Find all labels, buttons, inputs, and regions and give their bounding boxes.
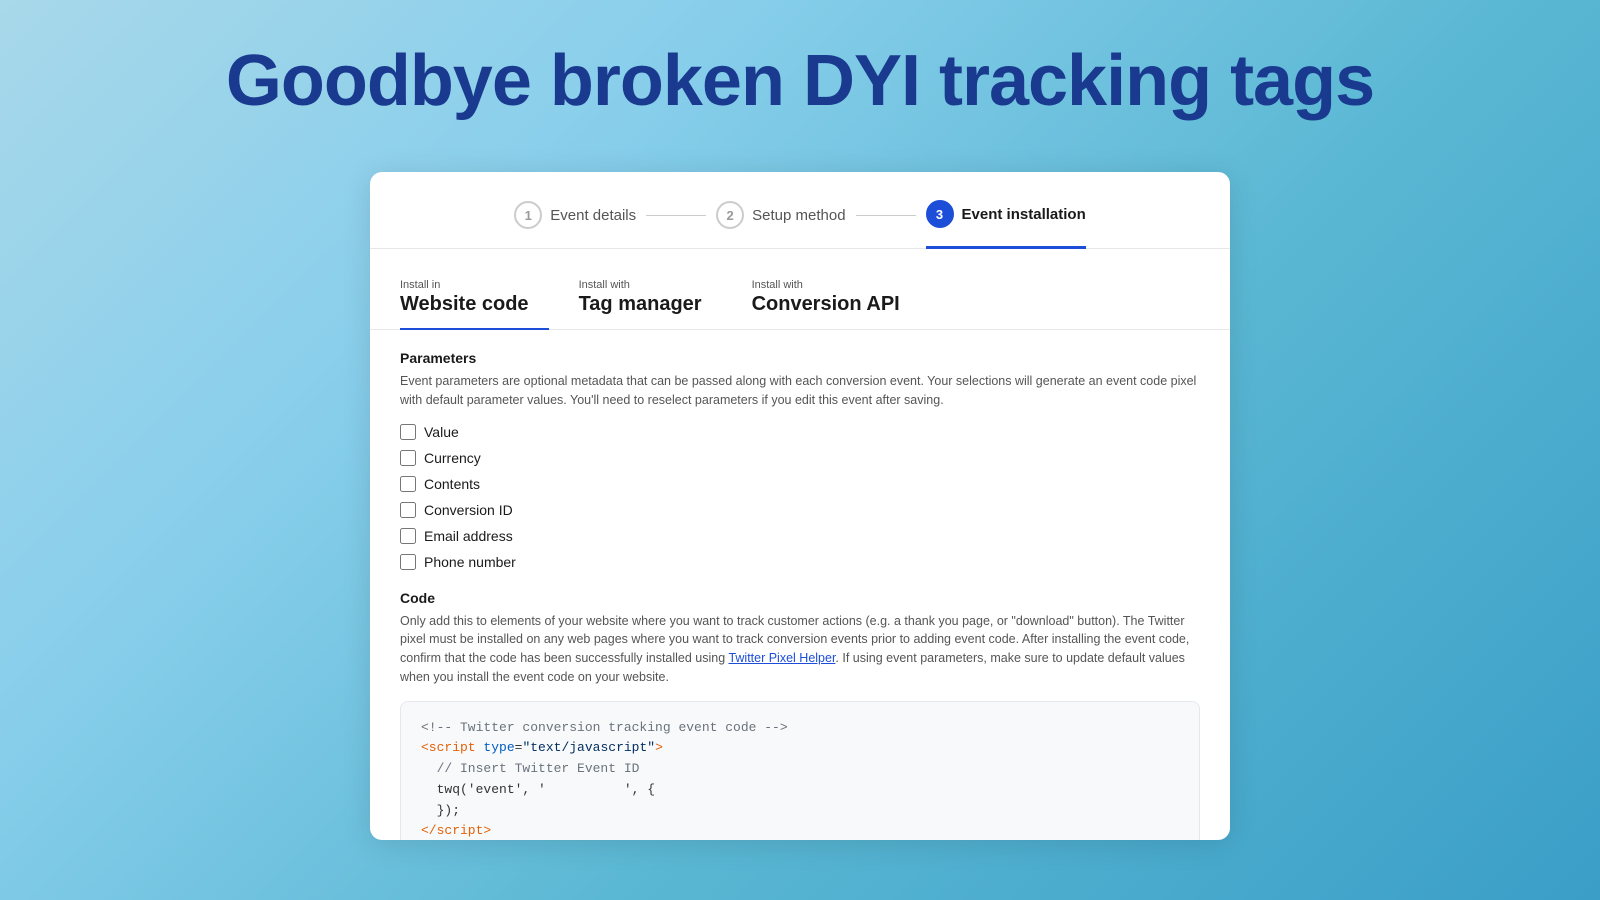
checkbox-contents[interactable]: Contents [400,476,1200,492]
parameters-desc: Event parameters are optional metadata t… [400,372,1200,410]
tab-tag-mainlabel: Tag manager [579,293,702,316]
code-desc: Only add this to elements of your websit… [400,612,1200,687]
step-3-circle: 3 [926,200,954,228]
tab-tag-manager[interactable]: Install with Tag manager [579,269,722,329]
wizard-card: 1 Event details 2 Setup method 3 Event i… [370,172,1230,840]
step-2[interactable]: 2 Setup method [716,201,845,247]
checkbox-currency-input[interactable] [400,450,416,466]
code-line-3: // Insert Twitter Event ID [421,759,1179,780]
tab-api-sublabel: Install with [752,279,900,291]
page-headline: Goodbye broken DYI tracking tags [226,40,1374,122]
twitter-pixel-helper-link[interactable]: Twitter Pixel Helper [728,651,835,665]
step-1-label: Event details [550,207,636,224]
checkbox-phone-input[interactable] [400,554,416,570]
checkbox-conversion-id-input[interactable] [400,502,416,518]
checkbox-phone[interactable]: Phone number [400,554,1200,570]
content-area: Parameters Event parameters are optional… [370,330,1230,840]
code-line-4: twq('event', ' ', { [421,780,1179,801]
step-3[interactable]: 3 Event installation [926,200,1086,249]
tab-website-sublabel: Install in [400,279,529,291]
checkbox-list: Value Currency Contents Conversion ID Em… [400,424,1200,570]
tab-conversion-api[interactable]: Install with Conversion API [752,269,920,329]
step-2-label: Setup method [752,207,845,224]
checkbox-currency[interactable]: Currency [400,450,1200,466]
stepper: 1 Event details 2 Setup method 3 Event i… [370,172,1230,249]
checkbox-value-input[interactable] [400,424,416,440]
tab-website-code[interactable]: Install in Website code [400,269,549,330]
page-container: Goodbye broken DYI tracking tags 1 Event… [0,0,1600,900]
step-divider-1 [646,215,706,216]
code-line-5: }); [421,801,1179,822]
checkbox-value-label: Value [424,424,459,440]
tab-section: Install in Website code Install with Tag… [370,269,1230,330]
tab-tag-sublabel: Install with [579,279,702,291]
checkbox-currency-label: Currency [424,450,481,466]
code-title: Code [400,590,1200,606]
checkbox-email-input[interactable] [400,528,416,544]
code-line-1: <!-- Twitter conversion tracking event c… [421,718,1179,739]
checkbox-value[interactable]: Value [400,424,1200,440]
step-3-label: Event installation [962,206,1086,223]
checkbox-conversion-id[interactable]: Conversion ID [400,502,1200,518]
tab-api-mainlabel: Conversion API [752,293,900,316]
tab-website-mainlabel: Website code [400,293,529,316]
step-1-circle: 1 [514,201,542,229]
step-divider-2 [856,215,916,216]
parameters-title: Parameters [400,350,1200,366]
step-2-circle: 2 [716,201,744,229]
checkbox-email-label: Email address [424,528,513,544]
step-1[interactable]: 1 Event details [514,201,636,247]
checkbox-contents-input[interactable] [400,476,416,492]
checkbox-email[interactable]: Email address [400,528,1200,544]
checkbox-phone-label: Phone number [424,554,516,570]
code-section: Code Only add this to elements of your w… [400,590,1200,841]
code-line-2: <script type="text/javascript"> [421,738,1179,759]
checkbox-conversion-id-label: Conversion ID [424,502,513,518]
code-line-6: </script> [421,821,1179,840]
checkbox-contents-label: Contents [424,476,480,492]
code-block: <!-- Twitter conversion tracking event c… [400,701,1200,841]
